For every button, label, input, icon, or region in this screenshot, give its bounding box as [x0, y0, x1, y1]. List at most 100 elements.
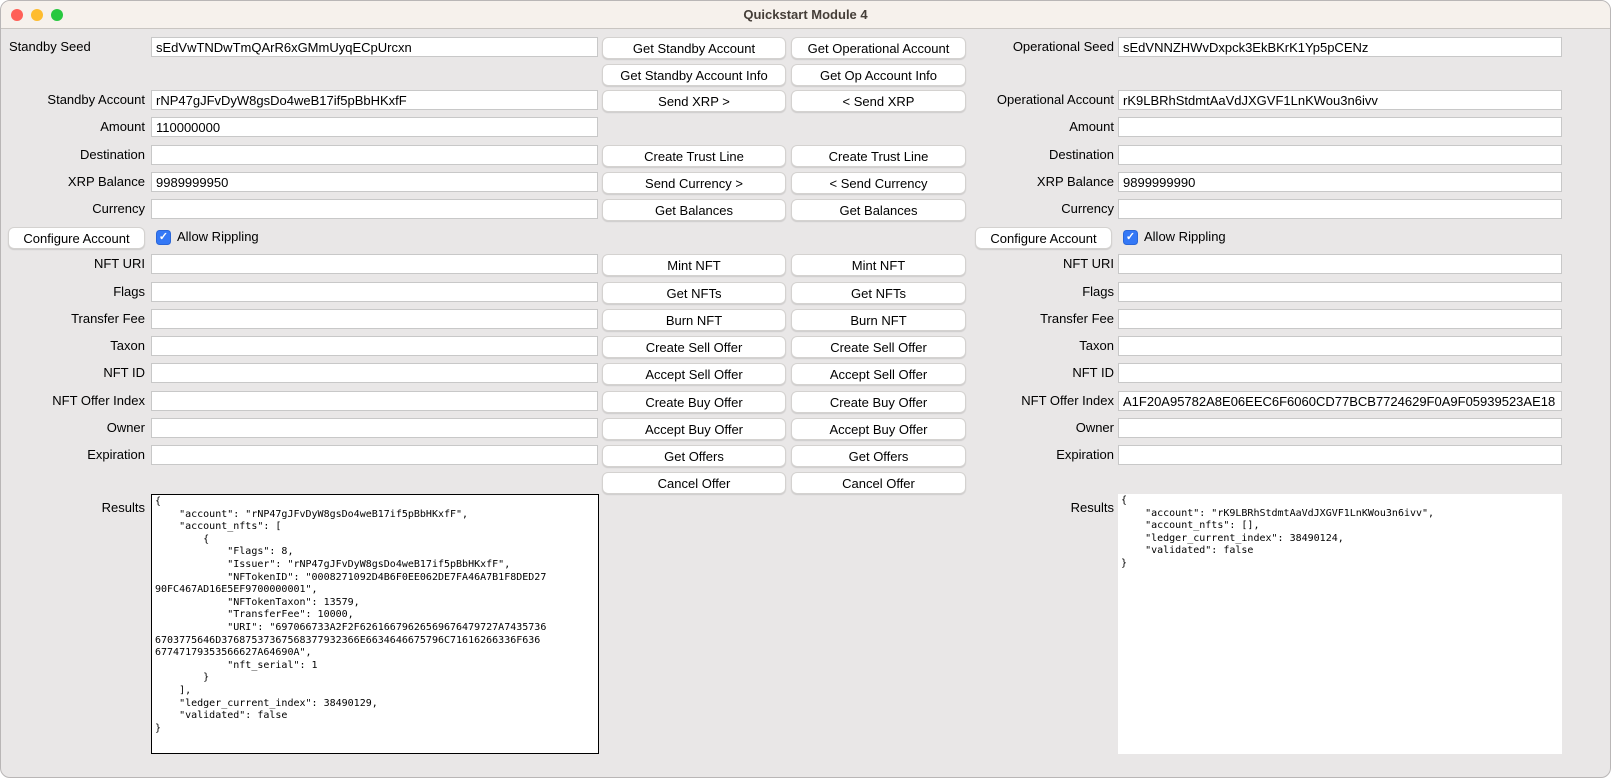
standby-seed-input[interactable]	[151, 37, 598, 57]
standby-burn-nft-button[interactable]: Burn NFT	[602, 309, 786, 331]
standby-configure-account-button[interactable]: Configure Account	[8, 227, 145, 249]
operational-nft-offer-index-input[interactable]	[1118, 391, 1562, 411]
operational-mint-nft-button[interactable]: Mint NFT	[791, 254, 966, 276]
send-currency-to-operational-button[interactable]: Send Currency >	[602, 172, 786, 194]
standby-owner-label: Owner	[1, 418, 145, 438]
get-operational-account-button[interactable]: Get Operational Account	[791, 37, 966, 59]
standby-get-nfts-button[interactable]: Get NFTs	[602, 282, 786, 304]
operational-seed-label: Operational Seed	[959, 37, 1114, 57]
operational-get-balances-button[interactable]: Get Balances	[791, 199, 966, 221]
standby-account-input[interactable]	[151, 90, 598, 110]
operational-currency-input[interactable]	[1118, 199, 1562, 219]
operational-flags-input[interactable]	[1118, 282, 1562, 302]
standby-account-label: Standby Account	[1, 90, 145, 110]
operational-currency-label: Currency	[959, 199, 1114, 219]
operational-destination-label: Destination	[959, 145, 1114, 165]
operational-seed-input[interactable]	[1118, 37, 1562, 57]
standby-create-buy-offer-button[interactable]: Create Buy Offer	[602, 391, 786, 413]
standby-xrp-balance-input[interactable]	[151, 172, 598, 192]
standby-results-box[interactable]: { "account": "rNP47gJFvDyW8gsDo4weB17if5…	[151, 494, 599, 754]
standby-results-text: { "account": "rNP47gJFvDyW8gsDo4weB17if5…	[152, 495, 598, 736]
standby-flags-input[interactable]	[151, 282, 598, 302]
standby-accept-sell-offer-button[interactable]: Accept Sell Offer	[602, 363, 786, 385]
window-title: Quickstart Module 4	[1, 1, 1610, 29]
operational-configure-account-button[interactable]: Configure Account	[975, 227, 1112, 249]
operational-flags-label: Flags	[959, 282, 1114, 302]
operational-destination-input[interactable]	[1118, 145, 1562, 165]
operational-owner-input[interactable]	[1118, 418, 1562, 438]
send-xrp-to-standby-button[interactable]: < Send XRP	[791, 90, 966, 112]
standby-seed-label: Standby Seed	[9, 37, 149, 57]
operational-nft-id-input[interactable]	[1118, 363, 1562, 383]
operational-create-buy-offer-button[interactable]: Create Buy Offer	[791, 391, 966, 413]
operational-nft-id-label: NFT ID	[959, 363, 1114, 383]
operational-account-input[interactable]	[1118, 90, 1562, 110]
get-op-account-info-button[interactable]: Get Op Account Info	[791, 64, 966, 86]
standby-amount-input[interactable]	[151, 117, 598, 137]
standby-nft-id-input[interactable]	[151, 363, 598, 383]
operational-get-offers-button[interactable]: Get Offers	[791, 445, 966, 467]
standby-currency-input[interactable]	[151, 199, 598, 219]
operational-transfer-fee-label: Transfer Fee	[959, 309, 1114, 329]
operational-results-box[interactable]: { "account": "rK9LBRhStdmtAaVdJXGVF1LnKW…	[1118, 494, 1562, 754]
send-currency-to-standby-button[interactable]: < Send Currency	[791, 172, 966, 194]
operational-accept-sell-offer-button[interactable]: Accept Sell Offer	[791, 363, 966, 385]
operational-amount-label: Amount	[959, 117, 1114, 137]
standby-results-label: Results	[1, 498, 145, 518]
standby-get-offers-button[interactable]: Get Offers	[602, 445, 786, 467]
operational-allow-rippling-checkbox[interactable]	[1123, 230, 1138, 245]
operational-account-label: Operational Account	[959, 90, 1114, 110]
standby-mint-nft-button[interactable]: Mint NFT	[602, 254, 786, 276]
operational-nft-uri-label: NFT URI	[959, 254, 1114, 274]
operational-results-text: { "account": "rK9LBRhStdmtAaVdJXGVF1LnKW…	[1118, 494, 1562, 572]
standby-transfer-fee-label: Transfer Fee	[1, 309, 145, 329]
standby-nft-uri-input[interactable]	[151, 254, 598, 274]
get-standby-account-info-button[interactable]: Get Standby Account Info	[602, 64, 786, 86]
standby-get-balances-button[interactable]: Get Balances	[602, 199, 786, 221]
standby-taxon-label: Taxon	[1, 336, 145, 356]
standby-destination-input[interactable]	[151, 145, 598, 165]
operational-xrp-balance-label: XRP Balance	[959, 172, 1114, 192]
operational-transfer-fee-input[interactable]	[1118, 309, 1562, 329]
app-window: Quickstart Module 4 Standby Seed Standby…	[0, 0, 1611, 778]
standby-taxon-input[interactable]	[151, 336, 598, 356]
standby-allow-rippling-checkbox[interactable]	[156, 230, 171, 245]
standby-nft-uri-label: NFT URI	[1, 254, 145, 274]
standby-create-sell-offer-button[interactable]: Create Sell Offer	[602, 336, 786, 358]
titlebar: Quickstart Module 4	[1, 1, 1610, 29]
standby-transfer-fee-input[interactable]	[151, 309, 598, 329]
operational-accept-buy-offer-button[interactable]: Accept Buy Offer	[791, 418, 966, 440]
standby-nft-offer-index-label: NFT Offer Index	[1, 391, 145, 411]
standby-expiration-input[interactable]	[151, 445, 598, 465]
operational-xrp-balance-input[interactable]	[1118, 172, 1562, 192]
operational-nft-uri-input[interactable]	[1118, 254, 1562, 274]
operational-nft-offer-index-label: NFT Offer Index	[959, 391, 1114, 411]
operational-burn-nft-button[interactable]: Burn NFT	[791, 309, 966, 331]
operational-expiration-label: Expiration	[959, 445, 1114, 465]
operational-results-label: Results	[959, 498, 1114, 518]
operational-create-sell-offer-button[interactable]: Create Sell Offer	[791, 336, 966, 358]
operational-taxon-label: Taxon	[959, 336, 1114, 356]
standby-expiration-label: Expiration	[1, 445, 145, 465]
standby-create-trust-line-button[interactable]: Create Trust Line	[602, 145, 786, 167]
operational-expiration-input[interactable]	[1118, 445, 1562, 465]
standby-cancel-offer-button[interactable]: Cancel Offer	[602, 472, 786, 494]
operational-get-nfts-button[interactable]: Get NFTs	[791, 282, 966, 304]
standby-xrp-balance-label: XRP Balance	[1, 172, 145, 192]
standby-nft-id-label: NFT ID	[1, 363, 145, 383]
operational-amount-input[interactable]	[1118, 117, 1562, 137]
send-xrp-to-operational-button[interactable]: Send XRP >	[602, 90, 786, 112]
operational-create-trust-line-button[interactable]: Create Trust Line	[791, 145, 966, 167]
operational-owner-label: Owner	[959, 418, 1114, 438]
standby-amount-label: Amount	[1, 117, 145, 137]
standby-flags-label: Flags	[1, 282, 145, 302]
get-standby-account-button[interactable]: Get Standby Account	[602, 37, 786, 59]
standby-currency-label: Currency	[1, 199, 145, 219]
operational-allow-rippling-label: Allow Rippling	[1144, 227, 1264, 247]
standby-destination-label: Destination	[1, 145, 145, 165]
standby-accept-buy-offer-button[interactable]: Accept Buy Offer	[602, 418, 786, 440]
standby-nft-offer-index-input[interactable]	[151, 391, 598, 411]
standby-owner-input[interactable]	[151, 418, 598, 438]
operational-cancel-offer-button[interactable]: Cancel Offer	[791, 472, 966, 494]
operational-taxon-input[interactable]	[1118, 336, 1562, 356]
